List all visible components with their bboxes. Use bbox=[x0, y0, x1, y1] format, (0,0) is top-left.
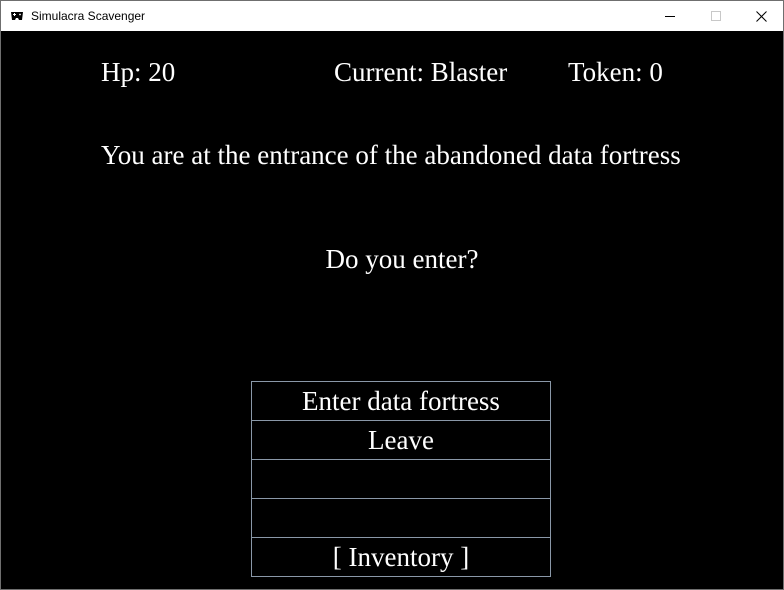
hp-stat: Hp: 20 bbox=[101, 57, 176, 87]
enter-fortress-button[interactable]: Enter data fortress bbox=[251, 381, 551, 421]
game-window: Simulacra Scavenger Hp: 20 Current: Blas… bbox=[0, 0, 784, 590]
game-canvas: Hp: 20 Current: Blaster Token: 0 You are… bbox=[1, 31, 783, 589]
empty-choice-button[interactable] bbox=[251, 498, 551, 538]
window-title: Simulacra Scavenger bbox=[31, 9, 146, 23]
minimize-icon bbox=[665, 16, 675, 17]
title-bar[interactable]: Simulacra Scavenger bbox=[1, 1, 783, 31]
close-button[interactable] bbox=[738, 1, 783, 31]
minimize-button[interactable] bbox=[647, 1, 693, 31]
choice-menu: Enter data fortress Leave [ Inventory ] bbox=[251, 381, 551, 577]
token-stat: Token: 0 bbox=[568, 57, 663, 87]
scene-question: Do you enter? bbox=[325, 244, 479, 274]
inventory-button[interactable]: [ Inventory ] bbox=[251, 537, 551, 577]
close-icon bbox=[755, 10, 767, 22]
maximize-icon bbox=[711, 11, 721, 21]
scene-description: You are at the entrance of the abandoned… bbox=[101, 140, 681, 170]
current-weapon-stat: Current: Blaster bbox=[334, 57, 508, 87]
maximize-button[interactable] bbox=[693, 1, 739, 31]
leave-button[interactable]: Leave bbox=[251, 420, 551, 460]
gamepad-icon bbox=[11, 12, 23, 20]
empty-choice-button[interactable] bbox=[251, 459, 551, 499]
